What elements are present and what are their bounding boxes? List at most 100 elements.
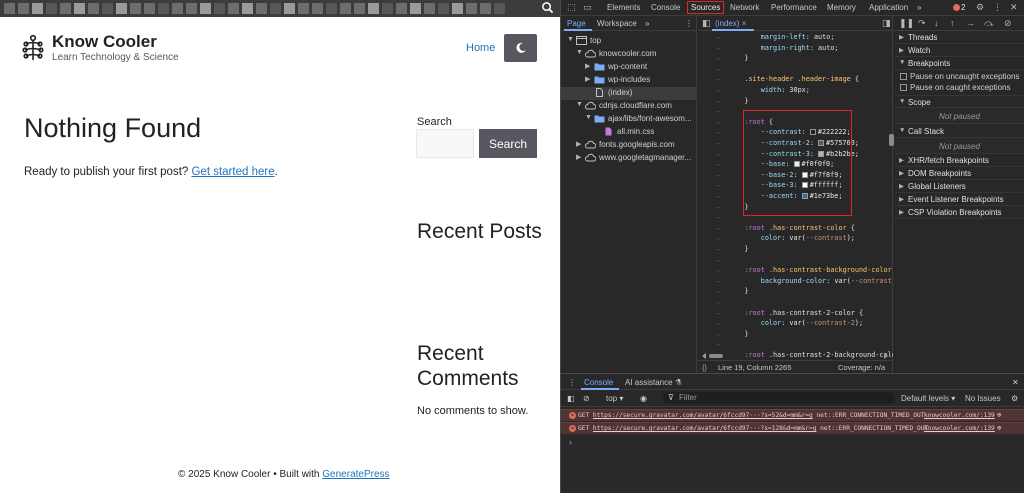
drawer-tab-console[interactable]: Console [584,378,613,387]
collapsed-caret-icon[interactable]: ▶ [576,153,581,161]
section-watch[interactable]: ▶ Watch [894,44,1024,57]
drawer-tab-ai-assistance[interactable]: AI assistance ⚗ [625,378,682,387]
search-input[interactable] [416,129,474,158]
tree-item[interactable]: ▼ cdnjs.cloudflare.com [561,100,697,113]
navigator-menu-icon[interactable]: ⋮ [685,19,693,28]
line-marker[interactable]: - [716,213,721,222]
source-link[interactable]: knowcooler.com/:139 [924,412,995,419]
line-marker[interactable]: - [716,203,721,212]
live-expression-eye-icon[interactable]: ◉ [640,394,647,403]
line-marker[interactable]: - [716,266,721,275]
brain-logo-icon[interactable] [22,33,44,63]
tree-item[interactable]: ▶ wp-content [561,61,697,74]
get-started-link[interactable]: Get started here [191,166,274,178]
line-marker[interactable]: - [716,245,721,254]
line-marker[interactable]: - [716,234,721,243]
nav-home-link[interactable]: Home [466,42,495,54]
section-threads[interactable]: ▶ Threads [894,31,1024,44]
tree-item[interactable]: all.min.css [561,126,697,139]
deactivate-breakpoints-icon[interactable]: ⤼ [984,18,994,29]
step-out-icon[interactable]: ↑ [950,18,955,28]
coverage-status[interactable]: Coverage: n/a [838,363,885,372]
tab-memory[interactable]: Memory [827,3,856,12]
pause-icon[interactable]: ❚❚ [899,18,914,29]
sidebar-toggle-icon[interactable]: ◧ [567,394,575,403]
checkbox[interactable] [900,84,907,91]
line-marker[interactable]: - [716,150,721,159]
dark-mode-toggle[interactable] [504,34,537,62]
section-scope[interactable]: ▼ Scope [894,95,1024,108]
source-link[interactable]: knowcooler.com/:139 [924,425,995,432]
line-marker[interactable]: - [716,86,721,95]
device-toolbar-icon[interactable]: ▭ [583,2,592,13]
console-settings-icon[interactable]: ⚙ [1011,394,1018,403]
more-options-icon[interactable]: ⋮ [993,2,1002,13]
expanded-caret-icon[interactable]: ▼ [585,114,592,121]
section-breakpoints[interactable]: ▼ Breakpoints [894,57,1024,70]
collapsed-caret-icon[interactable]: ▶ [576,140,581,148]
tree-item[interactable]: ▼ ajax/libs/font-awesom... [561,113,697,126]
step-icon[interactable]: → [966,18,975,28]
section-global-listeners[interactable]: ▶ Global Listeners [894,180,1024,193]
line-marker[interactable]: - [716,97,721,106]
line-marker[interactable]: - [716,171,721,180]
close-drawer-icon[interactable]: ✕ [1012,378,1019,387]
line-marker[interactable]: - [716,298,721,307]
collapsed-caret-icon[interactable]: ▶ [585,62,590,70]
console-prompt-icon[interactable]: › [569,437,572,447]
drawer-menu-icon[interactable]: ⋮ [568,378,576,387]
line-marker[interactable]: - [716,65,721,74]
console-error-row[interactable]: × GET https://secure.gravatar.com/avatar/… [561,409,1024,421]
tab-sources[interactable]: Sources [686,1,725,14]
pause-caught-checkbox[interactable]: Pause on caught exceptions [894,82,1024,93]
network-request-icon[interactable]: ⊕ [997,411,1001,419]
tab-application[interactable]: Application [869,3,908,12]
line-marker[interactable]: - [716,256,721,265]
horizontal-scrollbar[interactable] [702,352,888,360]
line-marker[interactable]: - [716,160,721,169]
section-call-stack[interactable]: ▼ Call Stack [894,125,1024,138]
tree-item[interactable]: ▶ wp-includes [561,74,697,87]
line-marker[interactable]: - [716,107,721,116]
tab-console[interactable]: Console [651,3,680,12]
line-marker[interactable]: - [716,139,721,148]
line-marker[interactable]: - [716,287,721,296]
collapsed-caret-icon[interactable]: ▶ [585,75,590,83]
clear-console-icon[interactable]: ⊘ [583,394,590,403]
more-tabs-button[interactable]: » [917,3,921,12]
log-levels-dropdown[interactable]: Default levels ▾ [901,394,955,403]
navigator-more-button[interactable]: » [645,19,649,28]
section-event-listener-breakpoints[interactable]: ▶ Event Listener Breakpoints [894,193,1024,206]
context-selector[interactable]: top ▾ [606,394,623,403]
line-marker[interactable]: - [716,309,721,318]
line-marker[interactable]: - [716,75,721,84]
tab-performance[interactable]: Performance [771,3,817,12]
editor-tab-index[interactable]: (index) × [715,19,746,28]
line-marker[interactable]: - [716,340,721,349]
tree-item[interactable]: ▼ top [561,35,697,48]
tree-item[interactable]: (index) [561,87,697,100]
line-marker[interactable]: - [716,319,721,328]
close-devtools-icon[interactable]: ✕ [1010,2,1018,13]
step-into-icon[interactable]: ↓ [934,18,939,28]
section-xhr-breakpoints[interactable]: ▶ XHR/fetch Breakpoints [894,154,1024,167]
pause-uncaught-checkbox[interactable]: Pause on uncaught exceptions [894,71,1024,82]
line-marker[interactable]: - [716,33,721,42]
line-marker[interactable]: - [716,118,721,127]
expanded-caret-icon[interactable]: ▼ [567,36,574,43]
search-icon[interactable] [541,1,554,14]
expanded-caret-icon[interactable]: ▼ [576,101,583,108]
pause-on-exceptions-icon[interactable]: ⊘ [1004,18,1012,29]
toggle-navigator-icon[interactable]: ◧ [702,18,711,29]
line-marker[interactable]: - [716,181,721,190]
checkbox[interactable] [900,73,907,80]
request-url-link[interactable]: https://secure.gravatar.com/avatar/6fccd… [593,412,813,419]
line-marker[interactable]: - [716,54,721,63]
line-marker[interactable]: - [716,128,721,137]
expanded-caret-icon[interactable]: ▼ [576,49,583,56]
error-count-badge[interactable]: 2 [953,3,965,12]
navigator-tab-workspace[interactable]: Workspace [597,19,637,28]
pretty-print-icon[interactable]: {} [702,363,707,372]
toggle-debugger-icon[interactable]: ◨ [882,18,891,29]
generatepress-link[interactable]: GeneratePress [322,469,389,480]
